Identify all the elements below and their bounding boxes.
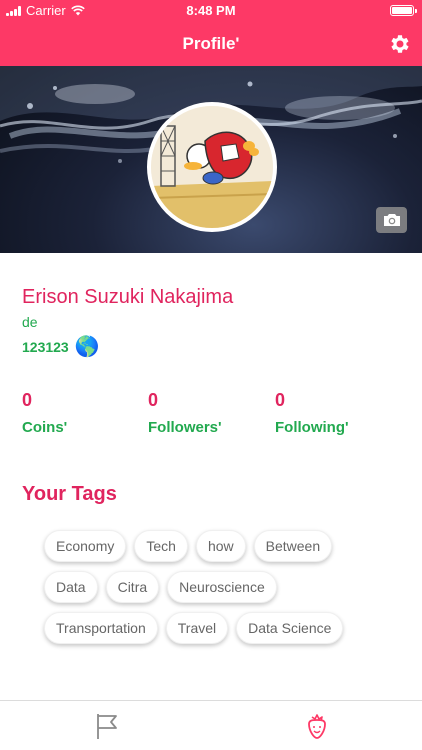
camera-icon: [383, 214, 400, 226]
tab-profile[interactable]: [302, 711, 332, 741]
settings-button[interactable]: [388, 32, 412, 56]
globe-icon: 🌎: [74, 336, 100, 358]
tag-chip[interactable]: Economy: [44, 530, 127, 562]
status-time: 8:48 PM: [186, 3, 236, 18]
avatar[interactable]: [147, 102, 277, 232]
stat-value: 0: [148, 390, 159, 410]
stat-coins[interactable]: 0 Coins': [22, 390, 67, 436]
tag-chip[interactable]: Tech: [134, 530, 188, 562]
tag-chip[interactable]: Data Science: [236, 612, 344, 644]
nav-bar: Profile': [0, 22, 422, 66]
tag-chip[interactable]: Data: [44, 571, 98, 603]
stat-label: Following': [275, 419, 349, 436]
tag-list: Economy Tech how Between Data Citra Neur…: [44, 530, 384, 653]
user-id-value: 123123: [22, 338, 69, 355]
flag-icon: [97, 714, 117, 739]
tag-chip[interactable]: Transportation: [44, 612, 158, 644]
battery-icon: [390, 5, 417, 16]
status-bar: Carrier 8:48 PM: [0, 0, 422, 22]
user-name: Erison Suzuki Nakajima: [22, 286, 234, 308]
gear-icon: [391, 35, 409, 53]
stat-value: 0: [22, 390, 33, 410]
stat-label: Coins': [22, 419, 68, 436]
tab-bar: [0, 700, 422, 750]
stat-label: Followers': [148, 419, 222, 436]
user-language: de: [22, 314, 38, 330]
tag-chip[interactable]: how: [195, 530, 246, 562]
stat-followers[interactable]: 0 Followers': [148, 390, 222, 436]
tags-section-title: Your Tags: [22, 483, 117, 505]
tag-chip[interactable]: Citra: [105, 571, 160, 603]
stat-value: 0: [275, 390, 286, 410]
tag-chip[interactable]: Neuroscience: [167, 571, 277, 603]
stat-following[interactable]: 0 Following': [275, 390, 349, 436]
page-title: Profile': [182, 34, 240, 53]
avatar-image: [151, 106, 273, 228]
tag-chip[interactable]: Between: [253, 530, 333, 562]
change-cover-button[interactable]: [376, 207, 407, 233]
tab-feed[interactable]: [92, 711, 122, 741]
user-id: 123123 🌎: [22, 334, 100, 359]
strawberry-icon: [308, 714, 326, 739]
tag-chip[interactable]: Travel: [165, 612, 229, 644]
